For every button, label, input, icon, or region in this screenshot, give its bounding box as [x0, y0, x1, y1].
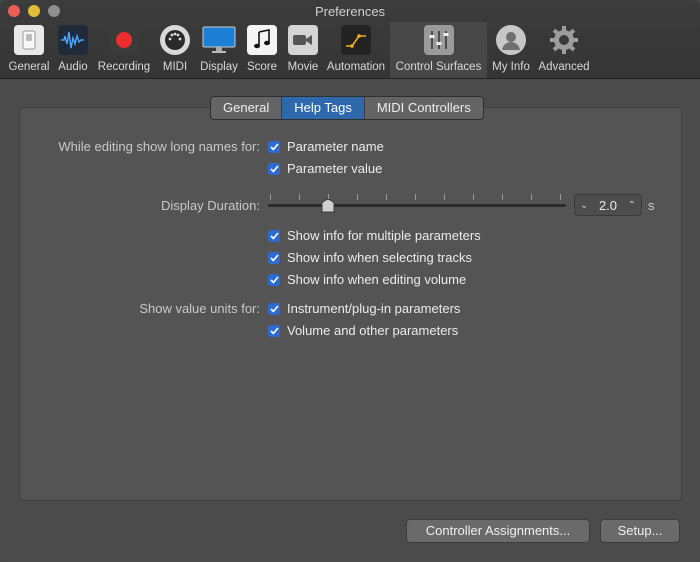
- slider-tick: [357, 194, 358, 200]
- display-duration-stepper[interactable]: ⌄ 2.0 ⌃: [574, 194, 642, 216]
- display-duration-label: Display Duration:: [161, 198, 260, 213]
- faders-icon: [423, 25, 454, 55]
- toolbar-item-advanced[interactable]: Advanced: [536, 22, 592, 78]
- slider-tick: [473, 194, 474, 200]
- midi-connector-icon: [160, 25, 190, 55]
- toolbar-item-midi[interactable]: MIDI: [158, 22, 192, 78]
- display-duration-unit: s: [648, 198, 655, 213]
- slider-tick: [560, 194, 561, 200]
- toolbar-item-score[interactable]: Score: [245, 22, 279, 78]
- waveform-icon: [58, 25, 88, 55]
- record-icon: [109, 25, 139, 55]
- music-note-icon: [247, 25, 277, 55]
- show-info-selecting-tracks-checkbox[interactable]: Show info when selecting tracks: [268, 250, 472, 265]
- instrument-plugin-parameters-checkbox[interactable]: Instrument/plug-in parameters: [268, 301, 460, 316]
- tab-general[interactable]: General: [211, 97, 283, 119]
- checkmark-icon: [268, 251, 280, 264]
- slider-tick: [299, 194, 300, 200]
- toolbar: Preferences General Audio Recording MIDI…: [0, 0, 700, 79]
- switch-icon: [14, 25, 44, 55]
- toolbar-item-display[interactable]: Display: [197, 22, 241, 78]
- parameter-name-checkbox[interactable]: Parameter name: [268, 139, 384, 154]
- toolbar-item-general[interactable]: General: [6, 22, 52, 78]
- slider-tick: [415, 194, 416, 200]
- checkmark-icon: [268, 273, 280, 286]
- tab-help-tags[interactable]: Help Tags: [282, 97, 365, 119]
- controller-assignments-button[interactable]: Controller Assignments...: [406, 519, 590, 543]
- monitor-icon: [202, 25, 236, 55]
- chevron-down-icon[interactable]: ⌄: [580, 200, 588, 211]
- person-icon: [496, 25, 526, 55]
- checkmark-icon: [268, 324, 280, 337]
- long-names-label: While editing show long names for:: [58, 139, 260, 154]
- show-info-multiple-checkbox[interactable]: Show info for multiple parameters: [268, 228, 481, 243]
- slider-tick: [270, 194, 271, 200]
- toolbar-item-my-info[interactable]: My Info: [489, 22, 533, 78]
- display-duration-slider[interactable]: [268, 204, 566, 207]
- setup-button[interactable]: Setup...: [600, 519, 680, 543]
- slider-thumb[interactable]: [320, 196, 336, 214]
- display-duration-value: 2.0: [598, 197, 618, 213]
- video-camera-icon: [288, 25, 318, 55]
- show-info-editing-volume-checkbox[interactable]: Show info when editing volume: [268, 272, 466, 287]
- slider-tick: [531, 194, 532, 200]
- slider-tick: [502, 194, 503, 200]
- toolbar-item-control-surfaces[interactable]: Control Surfaces: [390, 22, 487, 78]
- gear-icon: [549, 25, 579, 55]
- checkmark-icon: [268, 229, 280, 242]
- slider-tick: [444, 194, 445, 200]
- tab-bar: General Help Tags MIDI Controllers: [210, 96, 484, 120]
- slider-tick: [386, 194, 387, 200]
- toolbar-item-automation[interactable]: Automation: [325, 22, 387, 78]
- chevron-up-icon[interactable]: ⌃: [628, 200, 636, 211]
- toolbar-item-recording[interactable]: Recording: [95, 22, 153, 78]
- checkmark-icon: [268, 162, 280, 175]
- preferences-window: Preferences General Audio Recording MIDI…: [0, 0, 700, 562]
- value-units-label: Show value units for:: [139, 301, 260, 316]
- tab-midi-controllers[interactable]: MIDI Controllers: [365, 97, 483, 119]
- volume-other-parameters-checkbox[interactable]: Volume and other parameters: [268, 323, 458, 338]
- window-title: Preferences: [314, 4, 386, 19]
- toolbar-item-audio[interactable]: Audio: [56, 22, 90, 78]
- automation-curve-icon: [341, 25, 371, 55]
- checkmark-icon: [268, 302, 280, 315]
- checkmark-icon: [268, 140, 280, 153]
- toolbar-item-movie[interactable]: Movie: [284, 22, 322, 78]
- parameter-value-checkbox[interactable]: Parameter value: [268, 161, 382, 176]
